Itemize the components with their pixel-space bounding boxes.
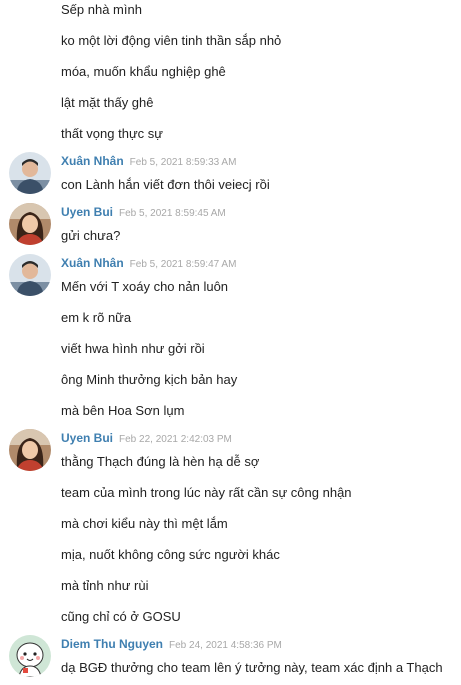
user-avatar[interactable] [9,635,51,677]
timestamp: Feb 22, 2021 2:42:03 PM [119,434,232,445]
message-header: Uyen Bui Feb 22, 2021 2:42:03 PM [61,431,232,447]
user-avatar[interactable] [9,152,51,194]
message-text: dạ BGĐ thưởng cho team lên ý tưởng này, … [61,660,443,675]
message-text: viết hwa hình như gởi rồi [61,341,205,356]
message-text: Mến với T xoáy cho nản luôn [61,279,229,294]
message-header: Xuân Nhân Feb 5, 2021 8:59:33 AM [61,154,236,170]
message-text: thất vọng thực sự [61,126,163,141]
message-header: Diem Thu Nguyen Feb 24, 2021 4:58:36 PM [61,637,282,653]
author-name[interactable]: Xuân Nhân [61,154,124,168]
message-text: gửi chưa? [61,228,121,243]
user-avatar[interactable] [9,254,51,296]
message-text: em k rõ nữa [61,310,132,325]
author-name[interactable]: Uyen Bui [61,431,113,445]
message-text: Sếp nhà mình [61,2,142,17]
message-text: mịa, nuốt không công sức người khác [61,547,280,562]
timestamp: Feb 5, 2021 8:59:45 AM [119,208,226,219]
message-header: Uyen Bui Feb 5, 2021 8:59:45 AM [61,205,226,221]
timestamp: Feb 5, 2021 8:59:47 AM [129,259,237,270]
woman-avatar-icon [9,203,51,245]
timestamp: Feb 24, 2021 4:58:36 PM [169,640,282,651]
message-text: móa, muốn khẩu nghiệp ghê [61,64,226,79]
message-text: ko một lời động viên tinh thần sắp nhỏ [61,33,282,48]
message-text: thằng Thạch đúng là hèn hạ dễ sợ [61,454,260,469]
author-name[interactable]: Xuân Nhân [61,256,124,270]
message-text: team của mình trong lúc này rất cần sự c… [61,485,352,500]
woman-avatar-icon [9,429,51,471]
user-avatar[interactable] [9,429,51,471]
message-text: mà bên Hoa Sơn lụm [61,403,185,418]
message-text: con Lành hắn viết đơn thôi veiecj rồi [61,177,270,192]
message-text: mà tỉnh như rùi [61,578,149,593]
message-text: cũng chỉ có ở GOSU [61,609,181,624]
man-avatar-icon [9,152,51,194]
timestamp: Feb 5, 2021 8:59:33 AM [129,157,237,168]
message-header: Xuân Nhân Feb 5, 2021 8:59:47 AM [61,256,236,272]
cartoon-avatar-icon [9,635,51,677]
message-text: ông Minh thưởng kịch bản hay [61,372,238,387]
message-text: mà chơi kiểu này thì mệt lắm [61,516,228,531]
man-avatar-icon [9,254,51,296]
author-name[interactable]: Diem Thu Nguyen [61,637,163,651]
user-avatar[interactable] [9,203,51,245]
author-name[interactable]: Uyen Bui [61,205,113,219]
message-text: lật mặt thấy ghê [61,95,154,110]
chat-log: Sếp nhà mình ko một lời động viên tinh t… [0,0,461,685]
